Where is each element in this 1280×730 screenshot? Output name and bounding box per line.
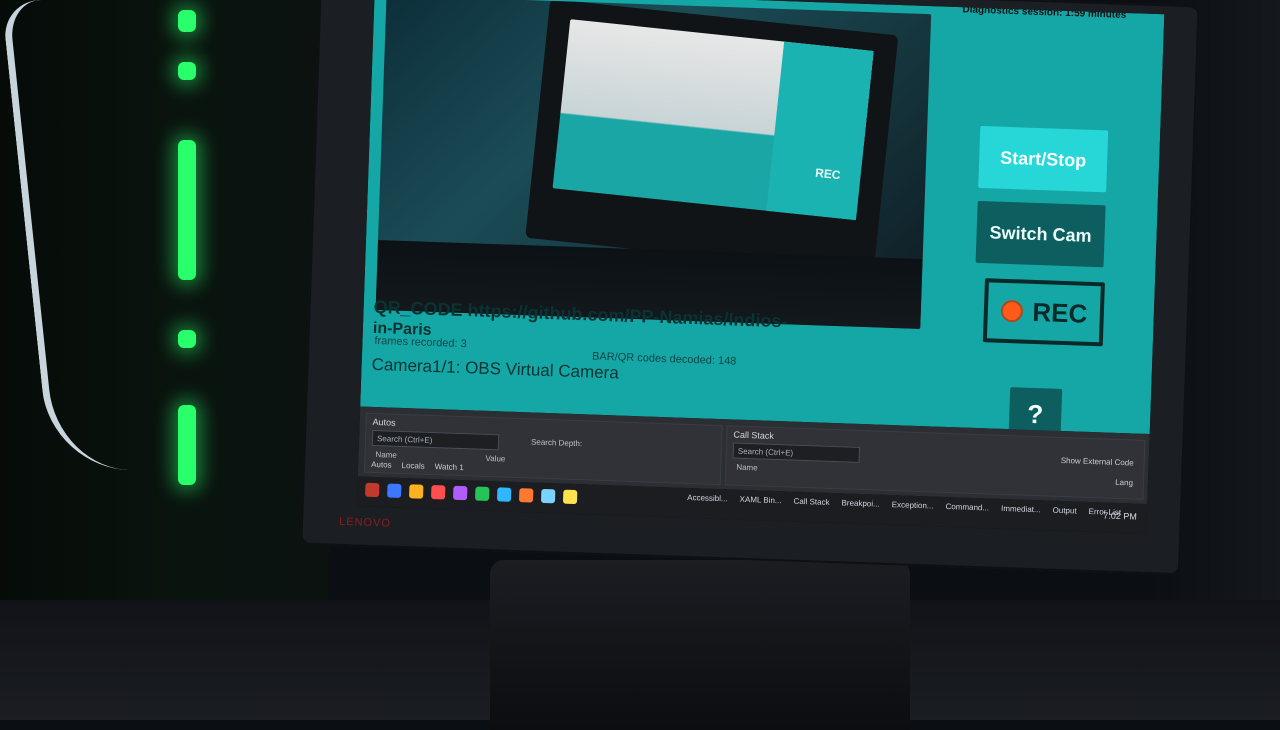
paint-icon[interactable] [540, 488, 556, 504]
green-led-strip [178, 10, 196, 32]
switch-cam-button[interactable]: Switch Cam [975, 200, 1106, 268]
monitor-screen: Diagnostics session: 1:59 minutes REC QR… [356, 0, 1165, 534]
camera-source: Camera1/1: OBS Virtual Camera [371, 354, 620, 383]
monitor-stand [490, 560, 910, 730]
preview-monitor-screen: REC [552, 19, 874, 221]
chrome-icon[interactable] [430, 485, 446, 500]
green-led-strip [178, 62, 196, 80]
callstack-search-input[interactable]: Search (Ctrl+E) [732, 442, 861, 463]
qr-recorder-app: Diagnostics session: 1:59 minutes REC QR… [360, 0, 1165, 441]
controls-panel: Start/Stop Switch Cam REC ? [932, 15, 1154, 441]
rec-dot-icon [1000, 299, 1023, 323]
tab-call-stack[interactable]: Call Stack [793, 497, 829, 507]
help-label: ? [1026, 398, 1044, 429]
tab-locals[interactable]: Locals [401, 461, 424, 474]
tab-accessibility[interactable]: Accessibl... [687, 493, 728, 503]
autos-search-input[interactable]: Search (Ctrl+E) [371, 429, 500, 451]
taskbar-clock: 7:02 PM [1103, 510, 1137, 522]
rec-label: REC [1031, 296, 1088, 329]
switch-cam-label: Switch Cam [989, 221, 1092, 246]
rec-button[interactable]: REC [982, 278, 1105, 347]
callstack-pane: Call Stack Search (Ctrl+E) Show External… [724, 425, 1146, 500]
callstack-col-lang: Lang [1115, 477, 1134, 488]
callstack-title: Call Stack [733, 429, 775, 441]
edge-icon[interactable] [496, 487, 512, 502]
search-depth-label: Search Depth: [530, 437, 583, 449]
green-led-strip [178, 140, 196, 280]
start-stop-button[interactable]: Start/Stop [978, 125, 1109, 193]
green-led-strip [178, 405, 196, 485]
tab-immediate[interactable]: Immediat... [1001, 504, 1041, 514]
autos-col-name: Name [375, 450, 397, 460]
start-stop-label: Start/Stop [999, 147, 1087, 171]
spotify-icon[interactable] [518, 488, 534, 503]
visual-studio-icon[interactable] [474, 486, 490, 502]
vscode-icon[interactable] [452, 485, 468, 501]
tab-breakpoints[interactable]: Breakpoi... [841, 498, 880, 508]
notes-icon[interactable] [562, 489, 578, 505]
callstack-search-placeholder: Search (Ctrl+E) [737, 446, 794, 458]
autos-col-value: Value [485, 453, 506, 464]
autos-title: Autos [372, 416, 396, 428]
autos-pane: Autos Search (Ctrl+E) Search Depth: Name… [363, 412, 723, 486]
tab-command[interactable]: Command... [945, 502, 989, 513]
status-info: QR_CODE https://github.com/PP-Namias/Ind… [371, 297, 934, 416]
callstack-col-name: Name [736, 462, 758, 473]
tab-xaml-binding[interactable]: XAML Bin... [739, 495, 781, 505]
monitor: Diagnostics session: 1:59 minutes REC QR… [300, 0, 1200, 576]
search-icon[interactable] [387, 483, 402, 498]
camera-preview: REC [375, 0, 932, 329]
show-external-code[interactable]: Show External Code [1061, 456, 1134, 468]
green-led-strip [178, 330, 196, 348]
tab-watch-1[interactable]: Watch 1 [434, 462, 464, 475]
frames-recorded: frames recorded: 3 [374, 334, 467, 351]
preview-rec-label: REC [814, 165, 842, 183]
tab-output[interactable]: Output [1052, 506, 1076, 516]
tab-autos[interactable]: Autos [371, 460, 392, 473]
autos-search-placeholder: Search (Ctrl+E) [376, 433, 433, 445]
start-icon[interactable] [365, 482, 380, 498]
preview-monitor: REC [525, 0, 899, 275]
tab-exceptions[interactable]: Exception... [892, 500, 934, 510]
taskbar-icons [365, 482, 578, 505]
preview-app-panel: REC [766, 41, 874, 221]
file-explorer-icon[interactable] [409, 484, 424, 499]
monitor-logo: LENOVO [338, 515, 392, 530]
